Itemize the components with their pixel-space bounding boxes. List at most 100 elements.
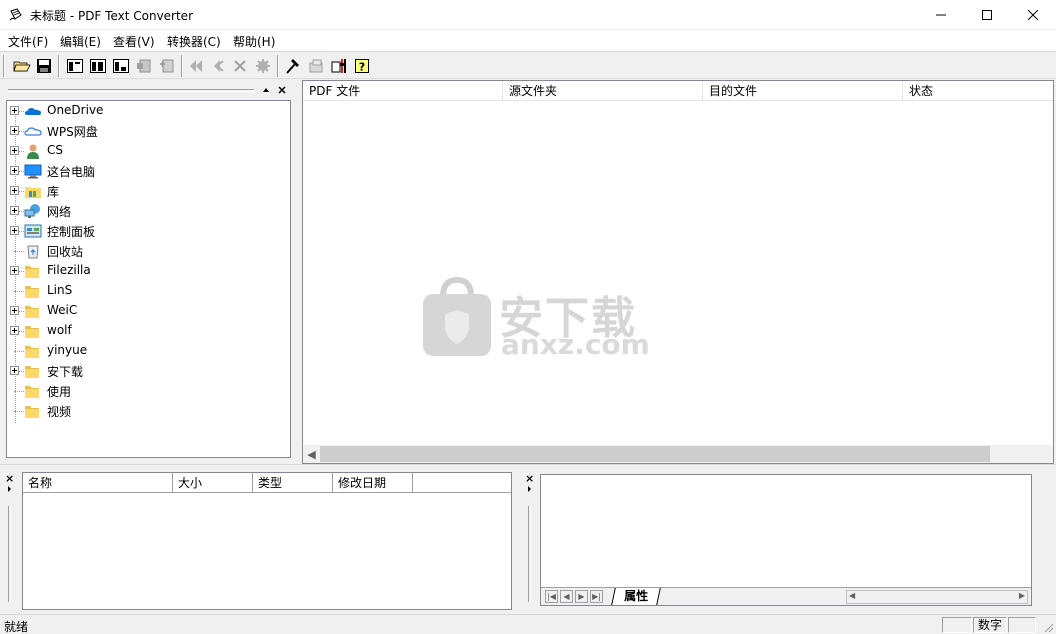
save-button[interactable] (34, 56, 54, 76)
panel-grip[interactable] (528, 506, 531, 602)
view-2-button[interactable] (88, 56, 108, 76)
column-destination-file[interactable]: 目的文件 (703, 81, 903, 101)
scroll-right-arrow-icon[interactable]: ▶ (1019, 591, 1025, 600)
column-size[interactable]: 大小 (173, 473, 253, 493)
first-tab-icon[interactable]: |◀ (545, 590, 558, 603)
tree-item[interactable]: 使用 (7, 381, 287, 401)
title-bar: 未标题 - PDF Text Converter (0, 0, 1056, 30)
close-panel-icon[interactable]: × (525, 472, 534, 485)
column-pdf-file[interactable]: PDF 文件 (303, 81, 503, 101)
column-type[interactable]: 类型 (253, 473, 333, 493)
next-tab-icon[interactable]: ▶ (575, 590, 588, 603)
column-name[interactable]: 名称 (23, 473, 173, 493)
tree-item[interactable]: 视频 (7, 401, 287, 421)
menu-file[interactable]: 文件(F) (8, 33, 48, 50)
back-button (208, 56, 228, 76)
tree-item[interactable]: 安下载 (7, 361, 287, 381)
layout-icon (90, 59, 106, 73)
tree-item[interactable]: yinyue (7, 341, 287, 361)
close-button[interactable] (1010, 0, 1056, 30)
expand-plus-icon[interactable] (10, 366, 19, 375)
properties-icon (309, 59, 323, 73)
tree-item-label: WPS网盘 (47, 125, 98, 139)
file-list-panel: × 名称 大小 类型 修改日期 (0, 470, 516, 612)
horizontal-scrollbar[interactable]: ◀ (303, 445, 1053, 463)
menu-view[interactable]: 查看(V) (113, 33, 155, 50)
close-panel-icon[interactable] (278, 86, 286, 94)
tree-item[interactable]: WeiC (7, 301, 287, 321)
panel-grip[interactable] (8, 89, 254, 92)
tree-item-label: 使用 (47, 385, 72, 399)
collapse-up-icon[interactable] (262, 86, 270, 94)
column-status[interactable]: 状态 (903, 81, 1053, 101)
expand-plus-icon[interactable] (10, 306, 19, 315)
tree-item[interactable]: 控制面板 (7, 221, 287, 241)
conversion-list[interactable]: PDF 文件 源文件夹 目的文件 状态 安下载 anxz.com ◀ (302, 80, 1054, 464)
tree-item[interactable]: 回收站 (7, 241, 287, 261)
expand-plus-icon[interactable] (10, 166, 19, 175)
expand-plus-icon[interactable] (10, 266, 19, 275)
tree-item[interactable]: OneDrive (7, 101, 287, 121)
column-source-folder[interactable]: 源文件夹 (503, 81, 703, 101)
tree-item-label: CS (47, 143, 63, 157)
help-icon: ? (355, 59, 369, 74)
tree-item-label: yinyue (47, 343, 88, 357)
minimize-button[interactable] (918, 0, 964, 30)
svg-text:?: ? (359, 61, 365, 74)
tree-item[interactable]: 网络 (7, 201, 287, 221)
tree-item[interactable]: Filezilla (7, 261, 287, 281)
tree-item[interactable]: LinS (7, 281, 287, 301)
expand-plus-icon[interactable] (10, 126, 19, 135)
expand-arrow-icon[interactable] (528, 486, 531, 492)
file-list[interactable]: 名称 大小 类型 修改日期 (22, 472, 512, 610)
view-3-button[interactable] (111, 56, 131, 76)
expand-plus-icon[interactable] (10, 206, 19, 215)
tree-connector (14, 351, 24, 352)
maximize-button[interactable] (964, 0, 1010, 30)
expand-plus-icon[interactable] (10, 146, 19, 155)
expand-plus-icon[interactable] (10, 186, 19, 195)
scroll-left-arrow-icon[interactable]: ◀ (303, 445, 320, 463)
panel-grip[interactable] (8, 506, 11, 602)
convert-button[interactable] (283, 56, 303, 76)
expand-plus-icon[interactable] (10, 106, 19, 115)
tree-item[interactable]: 库 (7, 181, 287, 201)
menu-converter[interactable]: 转换器(C) (167, 33, 221, 50)
scrollbar-thumb[interactable] (320, 446, 990, 462)
tree-item[interactable]: 这台电脑 (7, 161, 287, 181)
folder-icon (24, 363, 42, 379)
folder-icon (24, 263, 42, 279)
options-button[interactable] (329, 56, 349, 76)
delete-icon (234, 60, 246, 72)
tree-item-label: 库 (47, 185, 60, 199)
open-button[interactable] (12, 56, 32, 76)
menu-edit[interactable]: 编辑(E) (60, 33, 101, 50)
tree-item[interactable]: wolf (7, 321, 287, 341)
help-button[interactable]: ? (352, 56, 372, 76)
menu-help[interactable]: 帮助(H) (233, 33, 275, 50)
expand-plus-icon[interactable] (10, 226, 19, 235)
properties-view: |◀ ◀ ▶ ▶| 属性 ◀ ▶ (540, 474, 1032, 606)
properties-scrollbar[interactable]: ◀ ▶ (846, 590, 1028, 604)
scroll-left-arrow-icon[interactable]: ◀ (849, 591, 855, 600)
view-1-button[interactable] (65, 56, 85, 76)
status-text: 就绪 (4, 620, 29, 634)
last-tab-icon[interactable]: ▶| (590, 590, 603, 603)
onedrive-icon (24, 103, 42, 119)
close-icon (1028, 10, 1038, 20)
tree-item[interactable]: CS (7, 141, 287, 161)
sliders-icon (331, 59, 346, 73)
resize-grip-icon[interactable] (1042, 621, 1054, 633)
toolbar-separator (58, 55, 60, 77)
expand-plus-icon[interactable] (10, 326, 19, 335)
file-list-header: 名称 大小 类型 修改日期 (23, 473, 511, 493)
close-panel-icon[interactable]: × (5, 472, 14, 485)
tab-properties[interactable]: 属性 (611, 588, 661, 605)
tree-item[interactable]: WPS网盘 (7, 121, 287, 141)
tree-item-label: 视频 (47, 405, 72, 419)
status-pane-num: 数字 (973, 617, 1007, 633)
tree-connector (14, 411, 24, 412)
expand-arrow-icon[interactable] (8, 486, 11, 492)
prev-tab-icon[interactable]: ◀ (560, 590, 573, 603)
column-modified[interactable]: 修改日期 (333, 473, 413, 493)
